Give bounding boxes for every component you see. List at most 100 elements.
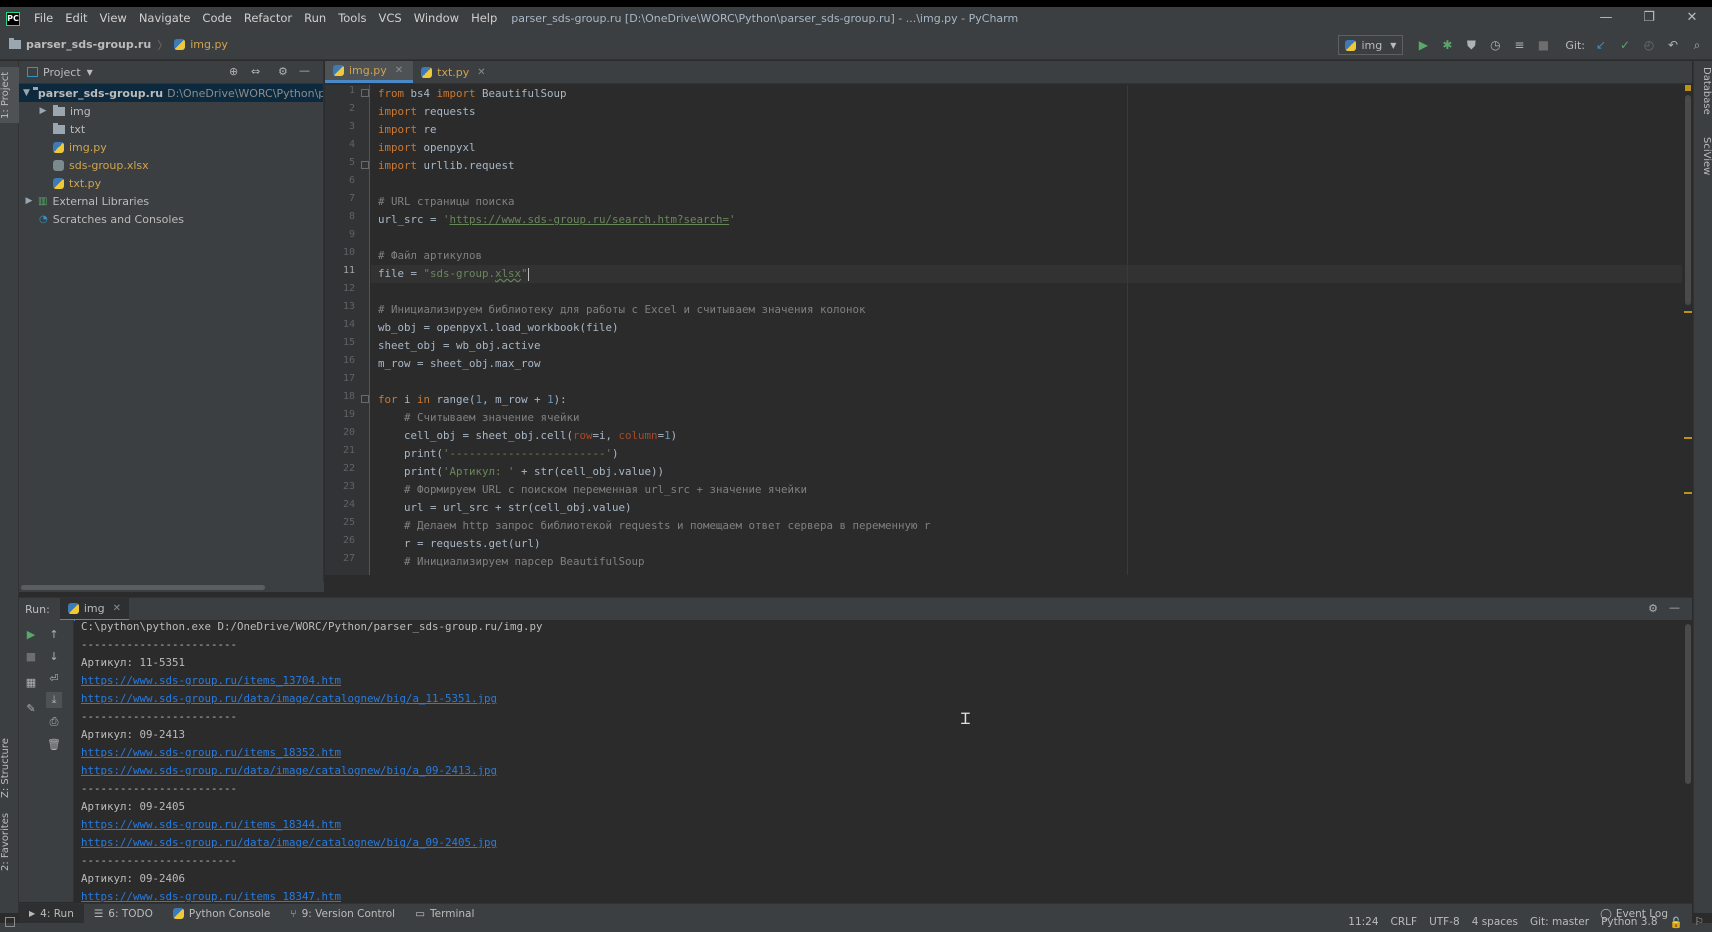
locate-icon[interactable]: ⊕ — [229, 65, 238, 78]
menu-help[interactable]: Help — [465, 7, 503, 30]
favorites-tool-tab[interactable]: 2: Favorites — [0, 809, 19, 875]
arrow-up-icon[interactable]: ↑ — [46, 626, 62, 642]
console-link[interactable]: https://www.sds-group.ru/items_18344.htm — [81, 816, 341, 834]
gear-icon[interactable]: ⚙ — [278, 65, 288, 78]
restore-button[interactable]: ❐ — [1629, 7, 1669, 30]
menu-window[interactable]: Window — [408, 7, 465, 30]
tool-tab-run[interactable]: ▶ 4: Run — [19, 903, 84, 924]
sciview-tool-tab[interactable]: SciView — [1695, 137, 1712, 193]
console-link[interactable]: https://www.sds-group.ru/data/image/cata… — [81, 690, 497, 708]
arrow-down-icon[interactable]: ↓ — [46, 648, 62, 664]
notifications-icon[interactable]: ⚐ — [1695, 916, 1704, 929]
restore-layout-icon[interactable]: ▦ — [23, 674, 39, 690]
git-history-icon[interactable]: ◴ — [1638, 34, 1660, 56]
tool-tab-todo[interactable]: ☰ 6: TODO — [84, 904, 163, 924]
menu-code[interactable]: Code — [196, 7, 237, 30]
tool-tab-terminal[interactable]: ▭ Terminal — [405, 904, 484, 924]
rerun-icon[interactable]: ▶ — [23, 626, 39, 642]
tab-txt-py[interactable]: txt.py ✕ — [413, 61, 496, 83]
tree-item-scratches[interactable]: ◔ Scratches and Consoles — [19, 210, 323, 228]
toggle-tool-windows-icon[interactable] — [5, 917, 15, 927]
fold-marker-icon[interactable] — [361, 89, 369, 97]
file-encoding[interactable]: UTF-8 — [1429, 916, 1460, 929]
editor-vertical-scrollbar[interactable] — [1684, 85, 1692, 575]
tree-item-img-py[interactable]: img.py — [19, 138, 323, 156]
lock-icon[interactable]: 🔓 — [1670, 916, 1683, 929]
python-interpreter[interactable]: Python 3.8 — [1601, 916, 1657, 929]
tree-item-xlsx[interactable]: sds-group.xlsx — [19, 156, 323, 174]
profile-icon[interactable]: ◷ — [1484, 34, 1506, 56]
project-view-select[interactable]: Project — [43, 66, 81, 79]
tree-item-img-folder[interactable]: ▶ img — [19, 102, 323, 120]
menu-file[interactable]: File — [28, 7, 59, 30]
hide-panel-icon[interactable]: — — [299, 64, 310, 77]
tree-item-txt-folder[interactable]: txt — [19, 120, 323, 138]
menu-edit[interactable]: Edit — [59, 7, 93, 30]
stop-icon[interactable]: ■ — [1532, 34, 1554, 56]
line-separator[interactable]: CRLF — [1391, 916, 1418, 929]
structure-tool-tab[interactable]: Z: Structure — [0, 733, 19, 803]
trash-icon[interactable]: 🗑 — [46, 736, 62, 752]
close-icon[interactable]: ✕ — [477, 67, 485, 78]
inspection-status-icon[interactable] — [1685, 85, 1691, 91]
run-console-output[interactable]: C:\python\python.exe D:/OneDrive/WORC/Py… — [75, 620, 1682, 902]
gear-icon[interactable]: ⚙ — [1648, 602, 1658, 615]
pin-tab-icon[interactable]: ✎ — [23, 700, 39, 716]
search-icon[interactable]: ⌕ — [1686, 34, 1708, 56]
fold-marker-icon[interactable] — [361, 395, 369, 403]
code-url-link[interactable]: https://www.sds-group.ru/search.htm?sear… — [450, 213, 730, 226]
hide-panel-icon[interactable]: — — [1669, 601, 1680, 614]
close-button[interactable]: ✕ — [1672, 7, 1712, 30]
soft-wrap-icon[interactable]: ⏎ — [46, 670, 62, 686]
tree-item-external-libraries[interactable]: ▶ ▥ External Libraries — [19, 192, 323, 210]
run-tab-img[interactable]: img ✕ — [59, 597, 129, 621]
console-link[interactable]: https://www.sds-group.ru/data/image/cata… — [81, 834, 497, 852]
close-icon[interactable]: ✕ — [395, 65, 403, 76]
menu-vcs[interactable]: VCS — [373, 7, 408, 30]
collapse-all-icon[interactable]: ⇔ — [251, 65, 260, 78]
scroll-to-end-icon[interactable]: ⤓ — [46, 692, 62, 708]
code-editor[interactable]: from bs4 import BeautifulSoup import req… — [371, 85, 1682, 575]
project-tool-tab[interactable]: 1: Project — [0, 67, 19, 123]
scrollbar-thumb[interactable] — [1685, 624, 1691, 784]
git-commit-icon[interactable]: ✓ — [1614, 34, 1636, 56]
fold-marker-icon[interactable] — [361, 161, 369, 169]
menu-view[interactable]: View — [94, 7, 133, 30]
menu-tools[interactable]: Tools — [332, 7, 372, 30]
caret-position[interactable]: 11:24 — [1348, 916, 1378, 929]
minimize-button[interactable]: — — [1586, 7, 1626, 30]
tab-img-py[interactable]: img.py ✕ — [325, 61, 414, 83]
console-link[interactable]: https://www.sds-group.ru/data/image/cata… — [81, 762, 497, 780]
console-link[interactable]: https://www.sds-group.ru/items_18352.htm — [81, 744, 341, 762]
tool-tab-version-control[interactable]: ⑂ 9: Version Control — [280, 904, 405, 924]
console-link[interactable]: https://www.sds-group.ru/items_18347.htm — [81, 888, 341, 902]
run-configuration-select[interactable]: img ▼ — [1338, 35, 1404, 55]
console-vertical-scrollbar[interactable] — [1684, 620, 1692, 902]
close-icon[interactable]: ✕ — [113, 603, 121, 614]
git-rollback-icon[interactable]: ↶ — [1662, 34, 1684, 56]
console-link[interactable]: https://www.sds-group.ru/items_13704.htm — [81, 672, 341, 690]
menu-refactor[interactable]: Refactor — [238, 7, 298, 30]
tree-item-txt-py[interactable]: txt.py — [19, 174, 323, 192]
menu-run[interactable]: Run — [298, 7, 332, 30]
coverage-icon[interactable]: ⛊ — [1460, 34, 1482, 56]
scrollbar-thumb[interactable] — [1685, 95, 1691, 305]
git-update-icon[interactable]: ↙ — [1590, 34, 1612, 56]
stop-icon[interactable]: ■ — [23, 648, 39, 664]
database-tool-tab[interactable]: Database — [1695, 67, 1712, 125]
tree-root[interactable]: ▼ parser_sds-group.ru D:\OneDrive\WORC\P… — [19, 84, 323, 102]
scrollbar-thumb[interactable] — [21, 585, 265, 590]
warning-marker[interactable] — [1684, 492, 1692, 494]
debug-icon[interactable]: ✱ — [1436, 34, 1458, 56]
print-icon[interactable]: ⎙ — [46, 714, 62, 730]
warning-marker[interactable] — [1684, 311, 1692, 313]
breadcrumb-project[interactable]: parser_sds-group.ru — [9, 38, 151, 51]
breadcrumb-file[interactable]: img.py — [174, 38, 228, 51]
indent-setting[interactable]: 4 spaces — [1472, 916, 1518, 929]
run-icon[interactable]: ▶ — [1412, 34, 1434, 56]
tool-tab-python-console[interactable]: Python Console — [163, 904, 280, 924]
menu-navigate[interactable]: Navigate — [133, 7, 197, 30]
project-horizontal-scrollbar[interactable] — [19, 582, 324, 592]
git-branch[interactable]: Git: master — [1530, 916, 1589, 929]
warning-marker[interactable] — [1684, 437, 1692, 439]
